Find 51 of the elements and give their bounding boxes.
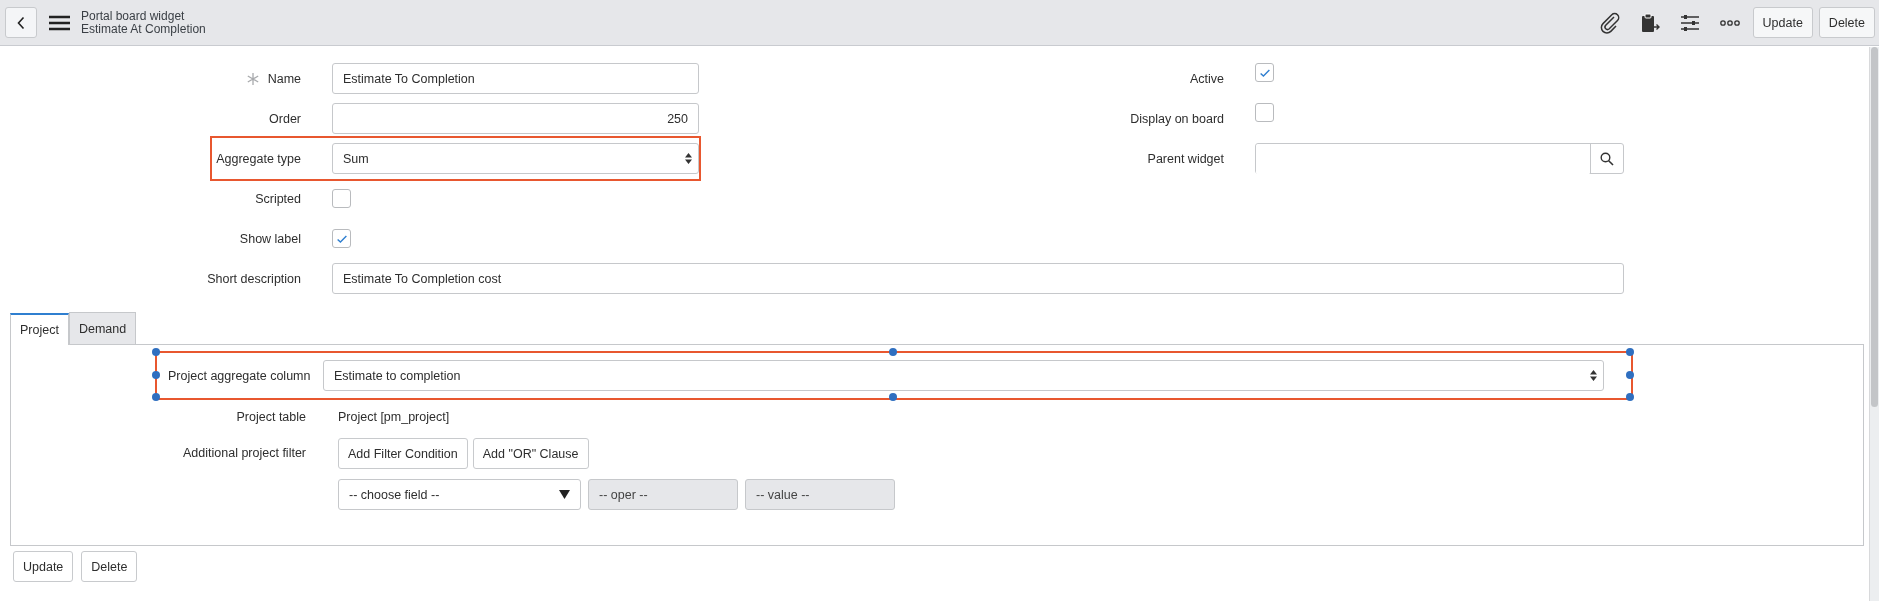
back-icon: [16, 15, 26, 30]
field-label: Additional project filter: [183, 446, 306, 460]
menu-icon[interactable]: [49, 14, 70, 31]
field-label: Active: [1189, 71, 1224, 86]
resize-handle[interactable]: [1626, 393, 1634, 401]
search-icon: [1600, 151, 1614, 166]
header-button[interactable]: Update: [1752, 7, 1813, 38]
resize-handle[interactable]: [889, 348, 897, 356]
field-label: Scripted: [255, 191, 301, 206]
field-label: Short description: [207, 271, 301, 286]
field-label: Order: [269, 111, 301, 126]
resize-handle[interactable]: [1626, 370, 1634, 379]
footer-button[interactable]: Delete: [81, 551, 138, 582]
field-label: Project table: [236, 410, 306, 424]
field-label: Show label: [239, 231, 301, 246]
sort-arrows-icon: [1590, 370, 1597, 381]
field-label: Project aggregate column: [167, 368, 312, 383]
reference-field[interactable]: [1256, 144, 1590, 175]
record-type: Portal board widget: [81, 9, 185, 23]
scrollbar[interactable]: [1869, 47, 1879, 601]
select-field[interactable]: Estimate to completion: [323, 360, 1604, 391]
checkbox[interactable]: [332, 229, 351, 248]
field-label: Display on board: [1130, 111, 1224, 126]
field-label: Aggregate type: [216, 151, 301, 166]
filter-button[interactable]: Add Filter Condition: [338, 438, 468, 469]
select-field[interactable]: Sum: [332, 143, 699, 174]
resize-handle[interactable]: [1626, 348, 1634, 356]
checkbox[interactable]: [1255, 103, 1274, 122]
field-label: Name: [267, 71, 301, 86]
tab[interactable]: Project: [10, 313, 69, 345]
number-field[interactable]: 250: [332, 103, 699, 134]
dropdown-arrow-icon: [559, 490, 570, 499]
sort-arrows-icon: [685, 153, 692, 164]
resize-handle[interactable]: [152, 348, 160, 356]
checkbox[interactable]: [332, 189, 351, 208]
text-field[interactable]: Estimate To Completion: [332, 63, 699, 94]
filter-button[interactable]: Add "OR" Clause: [472, 438, 589, 469]
header-button[interactable]: Delete: [1818, 7, 1875, 38]
resize-handle[interactable]: [152, 393, 160, 401]
tab[interactable]: Demand: [68, 312, 137, 344]
text-field[interactable]: Estimate To Completion cost: [332, 263, 1624, 294]
back-button[interactable]: [5, 7, 37, 38]
field-value: Project [pm_project]: [338, 410, 451, 424]
record-title: Estimate At Completion: [81, 22, 206, 36]
select-field[interactable]: -- choose field --: [338, 479, 581, 510]
checkbox[interactable]: [1255, 63, 1274, 82]
paperclip-icon[interactable]: [1598, 11, 1621, 34]
resize-handle[interactable]: [152, 370, 160, 379]
footer-button[interactable]: Update: [13, 551, 74, 582]
field-label: Parent widget: [1147, 151, 1224, 166]
resize-handle[interactable]: [889, 393, 897, 401]
